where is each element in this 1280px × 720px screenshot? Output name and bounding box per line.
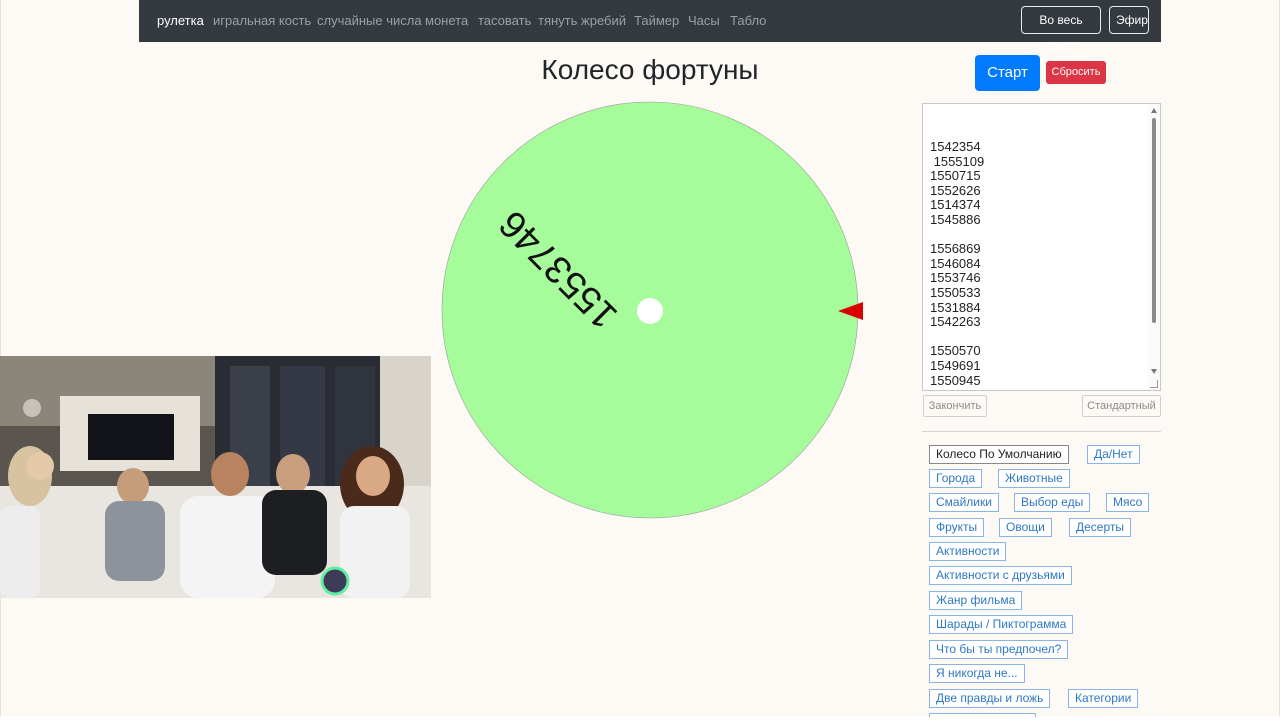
nav-coin[interactable]: монета bbox=[425, 13, 468, 28]
finish-button[interactable]: Закончить bbox=[923, 395, 987, 417]
resize-grip-icon[interactable] bbox=[1150, 380, 1158, 388]
standard-button[interactable]: Стандартный bbox=[1082, 395, 1161, 417]
reset-button[interactable]: Сбросить bbox=[1046, 61, 1106, 84]
entries-scrollbar[interactable] bbox=[1148, 104, 1160, 390]
preset-meat[interactable]: Мясо bbox=[1106, 493, 1150, 512]
divider bbox=[922, 431, 1161, 432]
preset-animals[interactable]: Животные bbox=[998, 469, 1070, 488]
preset-movie-genre[interactable]: Жанр фильма bbox=[929, 591, 1023, 610]
nav-scoreboard[interactable]: Табло bbox=[730, 13, 766, 28]
preset-default-wheel[interactable]: Колесо По Умолчанию bbox=[929, 445, 1069, 464]
nav-roulette[interactable]: рулетка bbox=[157, 13, 204, 28]
preset-activities-friends[interactable]: Активности с друзьями bbox=[929, 566, 1072, 585]
preset-charades[interactable]: Шарады / Пиктограмма bbox=[929, 615, 1074, 634]
preset-yes-no[interactable]: Да/Нет bbox=[1087, 445, 1140, 464]
preset-food[interactable]: Выбор еды bbox=[1014, 493, 1091, 512]
preset-desserts[interactable]: Десерты bbox=[1069, 518, 1132, 537]
top-navbar: рулетка игральная кость случайные числа … bbox=[139, 0, 1161, 53]
preset-would-you-rather[interactable]: Что бы ты предпочел? bbox=[929, 640, 1069, 659]
scroll-thumb[interactable] bbox=[1152, 118, 1156, 323]
preset-vegetables[interactable]: Овощи bbox=[999, 518, 1052, 537]
nav-clock[interactable]: Часы bbox=[688, 13, 720, 28]
preset-never-have-i-ever[interactable]: Я никогда не... bbox=[929, 664, 1025, 683]
preset-two-truths-lie[interactable]: Две правды и ложь bbox=[929, 689, 1051, 708]
preset-fruits[interactable]: Фрукты bbox=[929, 518, 985, 537]
webcam-video-overlay bbox=[0, 356, 431, 598]
preset-cities[interactable]: Города bbox=[929, 469, 983, 488]
fullscreen-button[interactable]: Во весь экран bbox=[1021, 6, 1101, 53]
nav-shuffle[interactable]: тасовать bbox=[478, 13, 531, 28]
preset-categories[interactable]: Категории bbox=[1068, 689, 1139, 708]
entries-text: 1542354 1555109 1550715 1552626 1514374 … bbox=[930, 139, 985, 388]
nav-draw-lots[interactable]: тянуть жребий bbox=[538, 13, 626, 28]
webcam-scene bbox=[0, 356, 431, 598]
preset-activities[interactable]: Активности bbox=[929, 542, 1007, 561]
page-title: Колесо фортуны bbox=[541, 54, 759, 85]
start-button[interactable]: Старт bbox=[975, 55, 1040, 91]
live-button[interactable]: Эфир bbox=[1109, 6, 1149, 34]
scroll-down-arrow-icon[interactable] bbox=[1151, 369, 1157, 374]
wheel-center-hub bbox=[637, 298, 663, 324]
entries-textarea[interactable]: 1542354 1555109 1550715 1552626 1514374 … bbox=[922, 103, 1161, 391]
scroll-up-arrow-icon[interactable] bbox=[1151, 108, 1157, 113]
nav-dice[interactable]: игральная кость bbox=[213, 13, 311, 28]
preset-emoji[interactable]: Смайлики bbox=[929, 493, 999, 512]
nav-timer[interactable]: Таймер bbox=[634, 13, 679, 28]
fortune-wheel[interactable]: 1553746 bbox=[440, 100, 865, 522]
preset-cutoff[interactable] bbox=[929, 713, 1036, 717]
nav-random-numbers[interactable]: случайные числа bbox=[317, 13, 422, 28]
